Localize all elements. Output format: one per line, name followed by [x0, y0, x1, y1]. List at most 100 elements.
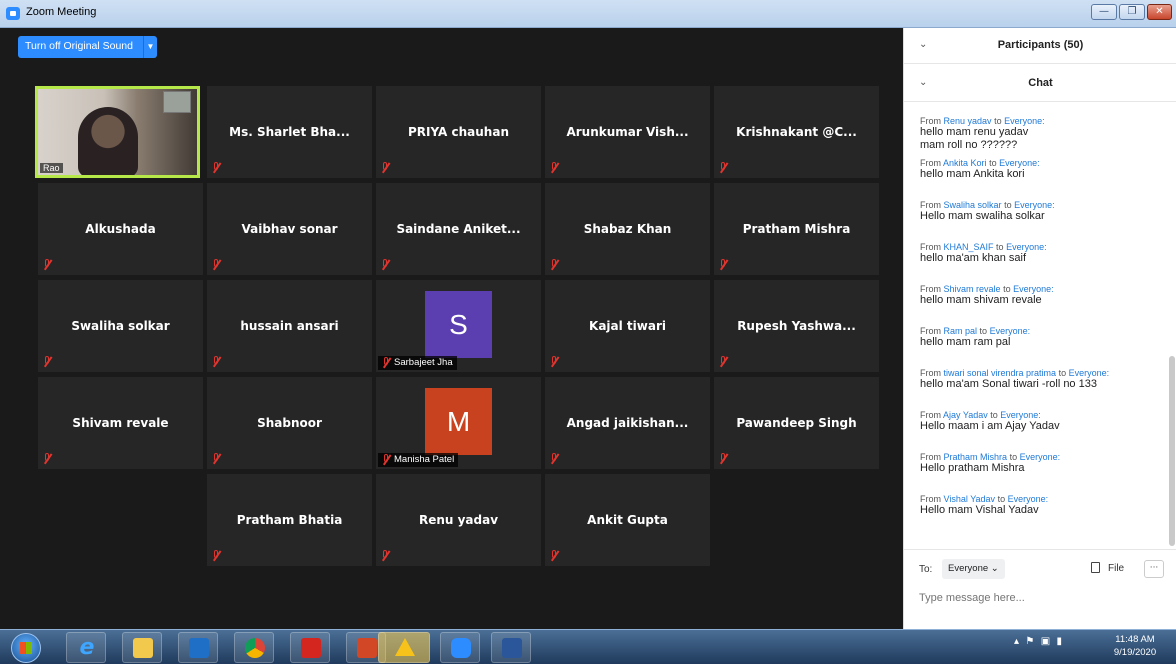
- chrome-icon[interactable]: [234, 632, 274, 663]
- chat-recipient[interactable]: Everyone:: [1020, 452, 1061, 462]
- chat-message-text: hello mam Ankita kori: [920, 168, 1025, 180]
- chat-sender[interactable]: Vishal Yadav: [944, 494, 996, 504]
- muted-mic-icon: [549, 550, 560, 562]
- word-icon[interactable]: [491, 632, 531, 663]
- chat-message-text: hello ma'am Sonal tiwari -roll no 133: [920, 378, 1097, 390]
- original-sound-button[interactable]: Turn off Original Sound ▼: [18, 36, 157, 58]
- participant-name: Shabaz Khan: [583, 222, 672, 236]
- warning-icon[interactable]: [378, 632, 430, 663]
- to-word: to: [996, 242, 1004, 252]
- participant-tile[interactable]: Angad jaikishan...: [545, 377, 710, 469]
- ie-icon[interactable]: e: [66, 632, 106, 663]
- chat-message-header: From Ankita Kori to Everyone:: [920, 158, 1160, 168]
- participant-tile[interactable]: hussain ansari: [207, 280, 372, 372]
- chat-sender[interactable]: Pratham Mishra: [944, 452, 1008, 462]
- participant-name: Kajal tiwari: [589, 319, 666, 333]
- explorer-icon[interactable]: [122, 632, 162, 663]
- chat-recipient[interactable]: Everyone:: [999, 158, 1040, 168]
- to-word: to: [1009, 452, 1018, 462]
- muted-mic-icon: [381, 454, 392, 466]
- video-name-tag: Rao: [40, 163, 63, 173]
- chat-header[interactable]: ⌄ Chat: [904, 66, 1176, 102]
- chat-recipient[interactable]: Everyone:: [1000, 410, 1041, 420]
- chat-message: From KHAN_SAIF to Everyone: hello ma'am k…: [920, 242, 1160, 265]
- chat-recipient[interactable]: Everyone:: [1069, 368, 1110, 378]
- chat-recipient[interactable]: Everyone:: [1004, 116, 1045, 126]
- chat-sender[interactable]: Ankita Kori: [943, 158, 987, 168]
- minimize-button[interactable]: —: [1091, 4, 1117, 20]
- chat-sender[interactable]: tiwari sonal virendra pratima: [944, 368, 1059, 378]
- chat-message: From Swaliha solkar to Everyone: Hello ma…: [920, 200, 1160, 223]
- participant-tile[interactable]: Vaibhav sonar: [207, 183, 372, 275]
- chat-message: From Ankita Kori to Everyone: hello mam A…: [920, 158, 1160, 181]
- to-word: to: [990, 410, 998, 420]
- file-button[interactable]: File: [1091, 562, 1124, 574]
- acrobat-icon[interactable]: [290, 632, 330, 663]
- chat-recipient[interactable]: Everyone:: [1006, 242, 1047, 252]
- chat-message: From tiwari sonal virendra pratima to Ev…: [920, 368, 1160, 391]
- chat-scrollbar[interactable]: [1168, 100, 1176, 548]
- chat-sender[interactable]: Ram pal: [944, 326, 978, 336]
- chat-sender[interactable]: Ajay Yadav: [943, 410, 988, 420]
- participant-tile[interactable]: Pratham Mishra: [714, 183, 879, 275]
- maximize-button[interactable]: ❐: [1119, 4, 1145, 20]
- clock-time: 11:48 AM: [1115, 634, 1155, 645]
- chat-message-header: From Ram pal to Everyone:: [920, 326, 1160, 336]
- participant-tile[interactable]: Alkushada: [38, 183, 203, 275]
- file-icon: [1091, 562, 1100, 573]
- chat-recipient[interactable]: Everyone:: [990, 326, 1031, 336]
- participants-header[interactable]: ⌄ Participants (50): [904, 28, 1176, 64]
- participant-tile[interactable]: Shabaz Khan: [545, 183, 710, 275]
- participant-tile[interactable]: S Sarbajeet Jha: [376, 280, 541, 372]
- chat-message-text: Hello mam swaliha solkar: [920, 210, 1045, 222]
- chevron-down-icon[interactable]: ▼: [143, 36, 157, 58]
- participant-name: Ankit Gupta: [587, 513, 668, 527]
- recipient-dropdown[interactable]: Everyone ⌄: [942, 559, 1005, 579]
- more-options-button[interactable]: ···: [1144, 560, 1164, 578]
- chat-recipient[interactable]: Everyone:: [1008, 494, 1049, 504]
- muted-mic-icon: [211, 162, 222, 174]
- chat-message-list[interactable]: From Renu yadav to Everyone: hello mam re…: [904, 108, 1166, 548]
- outlook-icon[interactable]: [178, 632, 218, 663]
- chat-message: From Shivam revale to Everyone: hello mam…: [920, 284, 1160, 307]
- participant-name: Pratham Bhatia: [236, 513, 343, 527]
- close-button[interactable]: ✕: [1147, 4, 1172, 20]
- participant-tile[interactable]: Kajal tiwari: [545, 280, 710, 372]
- participant-name: Arunkumar Vish...: [566, 125, 689, 139]
- participant-tile[interactable]: Ankit Gupta: [545, 474, 710, 566]
- participant-tile[interactable]: Saindane Aniket...: [376, 183, 541, 275]
- participant-tile[interactable]: Pratham Bhatia: [207, 474, 372, 566]
- system-tray-icons[interactable]: ▴ ⚑ ▣ ▮: [1014, 636, 1062, 647]
- chat-recipient[interactable]: Everyone:: [1014, 200, 1055, 210]
- participant-tile[interactable]: Renu yadav: [376, 474, 541, 566]
- to-word: to: [997, 494, 1006, 504]
- chat-message-input[interactable]: [919, 588, 1159, 608]
- from-word: From: [920, 200, 941, 210]
- taskbar-clock[interactable]: 11:48 AM 9/19/2020: [1100, 633, 1170, 659]
- zoom-icon[interactable]: [440, 632, 480, 663]
- participant-tile[interactable]: Ms. Sharlet Bha...: [207, 86, 372, 178]
- chat-message: From Renu yadav to Everyone: hello mam re…: [920, 116, 1160, 152]
- chat-sender[interactable]: KHAN_SAIF: [944, 242, 994, 252]
- side-panel: ⌄ Participants (50) ⌄ Chat From Renu yad…: [903, 28, 1176, 629]
- participant-tile[interactable]: Arunkumar Vish...: [545, 86, 710, 178]
- chat-sender[interactable]: Swaliha solkar: [944, 200, 1002, 210]
- participant-tile[interactable]: Swaliha solkar: [38, 280, 203, 372]
- self-video-tile[interactable]: Rao: [35, 86, 200, 178]
- chat-sender[interactable]: Shivam revale: [944, 284, 1001, 294]
- participant-tile[interactable]: Krishnakant @C...: [714, 86, 879, 178]
- scrollbar-thumb[interactable]: [1169, 356, 1175, 546]
- participant-tile[interactable]: Rupesh Yashwa...: [714, 280, 879, 372]
- chat-recipient[interactable]: Everyone:: [1013, 284, 1054, 294]
- participant-tile[interactable]: M Manisha Patel: [376, 377, 541, 469]
- chat-message-text: hello ma'am khan saif: [920, 252, 1027, 264]
- chat-compose: To: Everyone ⌄ File ···: [904, 549, 1176, 629]
- participant-tile[interactable]: PRIYA chauhan: [376, 86, 541, 178]
- chat-message: From Vishal Yadav to Everyone: Hello mam …: [920, 494, 1160, 517]
- windows-start-icon[interactable]: [11, 633, 41, 663]
- participant-tile[interactable]: Shabnoor: [207, 377, 372, 469]
- participant-tile[interactable]: Shivam revale: [38, 377, 203, 469]
- participant-name: Angad jaikishan...: [566, 416, 689, 430]
- chat-sender[interactable]: Renu yadav: [944, 116, 992, 126]
- participant-tile[interactable]: Pawandeep Singh: [714, 377, 879, 469]
